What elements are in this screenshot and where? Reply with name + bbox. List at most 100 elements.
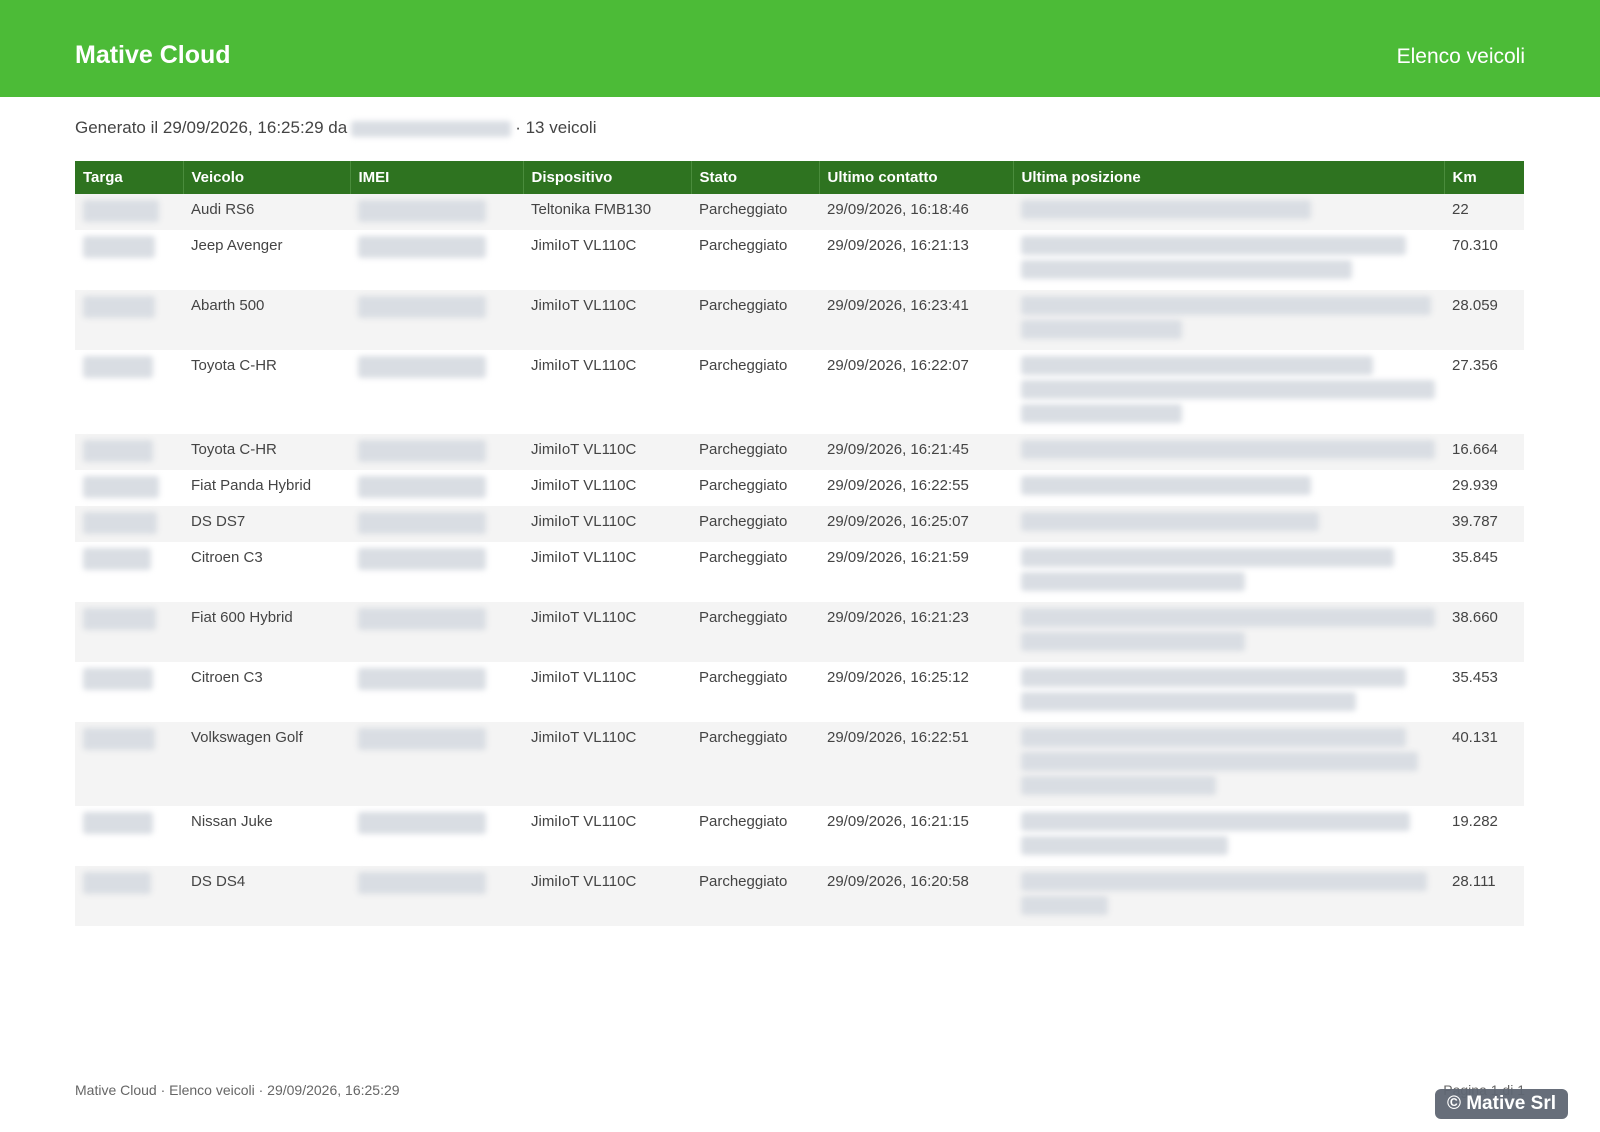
redacted-value bbox=[83, 236, 155, 258]
plate-cell bbox=[75, 866, 183, 926]
device-cell: JimiIoT VL110C bbox=[523, 662, 691, 722]
redacted-value bbox=[83, 812, 153, 834]
report-title: Elenco veicoli bbox=[1396, 45, 1525, 68]
vehicle-cell: Toyota C-HR bbox=[183, 350, 350, 434]
last-contact-cell: 29/09/2026, 16:20:58 bbox=[819, 866, 1013, 926]
km-cell: 70.310 bbox=[1444, 230, 1524, 290]
table-row: Toyota C-HR JimiIoT VL110C Parcheggiato 29/… bbox=[75, 434, 1524, 470]
device-cell: JimiIoT VL110C bbox=[523, 866, 691, 926]
table-row: Toyota C-HR JimiIoT VL110C Parcheggiato 29/… bbox=[75, 350, 1524, 434]
status-cell: Parcheggiato bbox=[691, 350, 819, 434]
last-position-cell bbox=[1013, 230, 1444, 290]
imei-cell bbox=[350, 350, 523, 434]
redacted-address bbox=[1021, 896, 1108, 915]
plate-cell bbox=[75, 470, 183, 506]
vehicle-count: · 13 veicoli bbox=[515, 118, 597, 137]
vehicle-cell: DS DS4 bbox=[183, 866, 350, 926]
last-contact-cell: 29/09/2026, 16:22:51 bbox=[819, 722, 1013, 806]
vehicle-cell: Fiat Panda Hybrid bbox=[183, 470, 350, 506]
last-position-cell bbox=[1013, 506, 1444, 542]
plate-cell bbox=[75, 662, 183, 722]
imei-cell bbox=[350, 866, 523, 926]
last-position-cell bbox=[1013, 194, 1444, 230]
redacted-value bbox=[358, 548, 486, 570]
table-row: Fiat 600 Hybrid JimiIoT VL110C Parcheggiat… bbox=[75, 602, 1524, 662]
redacted-address bbox=[1021, 548, 1394, 567]
plate-cell bbox=[75, 230, 183, 290]
plate-cell bbox=[75, 194, 183, 230]
redacted-address bbox=[1021, 296, 1431, 315]
device-cell: JimiIoT VL110C bbox=[523, 230, 691, 290]
redacted-address bbox=[1021, 320, 1182, 339]
vehicle-cell: Toyota C-HR bbox=[183, 434, 350, 470]
redacted-value bbox=[358, 608, 486, 630]
vehicle-cell: Abarth 500 bbox=[183, 290, 350, 350]
column-header: Veicolo bbox=[183, 161, 351, 194]
km-cell: 38.660 bbox=[1444, 602, 1524, 662]
plate-cell bbox=[75, 506, 183, 542]
redacted-address bbox=[1021, 776, 1216, 795]
redacted-address bbox=[1021, 476, 1311, 495]
footer-info: Mative Cloud · Elenco veicoli · 29/09/20… bbox=[75, 1082, 400, 1098]
last-position-cell bbox=[1013, 806, 1444, 866]
imei-cell bbox=[350, 230, 523, 290]
device-cell: JimiIoT VL110C bbox=[523, 434, 691, 470]
column-header: Ultima posizione bbox=[1013, 161, 1445, 194]
redacted-value bbox=[83, 872, 151, 894]
device-cell: JimiIoT VL110C bbox=[523, 602, 691, 662]
km-cell: 29.939 bbox=[1444, 470, 1524, 506]
vehicle-cell: Citroen C3 bbox=[183, 542, 350, 602]
status-cell: Parcheggiato bbox=[691, 230, 819, 290]
redacted-address bbox=[1021, 380, 1435, 399]
column-header: Km bbox=[1444, 161, 1524, 194]
table-row: DS DS7 JimiIoT VL110C Parcheggiato 29/09/20… bbox=[75, 506, 1524, 542]
column-header: Targa bbox=[75, 161, 184, 194]
plate-cell bbox=[75, 722, 183, 806]
table-row: Abarth 500 JimiIoT VL110C Parcheggiato 29/0… bbox=[75, 290, 1524, 350]
redacted-value bbox=[83, 608, 156, 630]
redacted-value bbox=[83, 476, 159, 498]
redacted-address bbox=[1021, 404, 1182, 423]
redacted-value bbox=[358, 812, 486, 834]
km-cell: 16.664 bbox=[1444, 434, 1524, 470]
device-cell: JimiIoT VL110C bbox=[523, 722, 691, 806]
redacted-value bbox=[358, 476, 486, 498]
vehicle-cell: Volkswagen Golf bbox=[183, 722, 350, 806]
redacted-address bbox=[1021, 632, 1245, 651]
redacted-address bbox=[1021, 356, 1373, 375]
table-row: Citroen C3 JimiIoT VL110C Parcheggiato 29/0… bbox=[75, 662, 1524, 722]
column-header: IMEI bbox=[350, 161, 524, 194]
redacted-address bbox=[1021, 668, 1406, 687]
status-cell: Parcheggiato bbox=[691, 290, 819, 350]
redacted-value bbox=[358, 728, 486, 750]
imei-cell bbox=[350, 542, 523, 602]
column-header: Dispositivo bbox=[523, 161, 692, 194]
plate-cell bbox=[75, 434, 183, 470]
km-cell: 27.356 bbox=[1444, 350, 1524, 434]
km-cell: 19.282 bbox=[1444, 806, 1524, 866]
status-cell: Parcheggiato bbox=[691, 602, 819, 662]
plate-cell bbox=[75, 290, 183, 350]
redacted-value bbox=[83, 440, 153, 462]
last-contact-cell: 29/09/2026, 16:21:59 bbox=[819, 542, 1013, 602]
generation-date: Generato il 29/09/2026, 16:25:29 da bbox=[75, 118, 348, 137]
redacted-address bbox=[1021, 440, 1435, 459]
last-contact-cell: 29/09/2026, 16:25:07 bbox=[819, 506, 1013, 542]
imei-cell bbox=[350, 194, 523, 230]
device-cell: Teltonika FMB130 bbox=[523, 194, 691, 230]
table-row: Citroen C3 JimiIoT VL110C Parcheggiato 29/0… bbox=[75, 542, 1524, 602]
redacted-value bbox=[358, 872, 486, 894]
status-cell: Parcheggiato bbox=[691, 806, 819, 866]
device-cell: JimiIoT VL110C bbox=[523, 806, 691, 866]
redacted-address bbox=[1021, 728, 1406, 747]
redacted-value bbox=[83, 512, 157, 534]
km-cell: 40.131 bbox=[1444, 722, 1524, 806]
imei-cell bbox=[350, 434, 523, 470]
redacted-value bbox=[83, 296, 155, 318]
status-cell: Parcheggiato bbox=[691, 866, 819, 926]
redacted-value bbox=[358, 440, 486, 462]
redacted-address bbox=[1021, 752, 1418, 771]
status-cell: Parcheggiato bbox=[691, 470, 819, 506]
table-body: Audi RS6 Teltonika FMB130 Parcheggiato 29/0… bbox=[75, 194, 1524, 926]
table-row: Fiat Panda Hybrid JimiIoT VL110C Parcheggi… bbox=[75, 470, 1524, 506]
